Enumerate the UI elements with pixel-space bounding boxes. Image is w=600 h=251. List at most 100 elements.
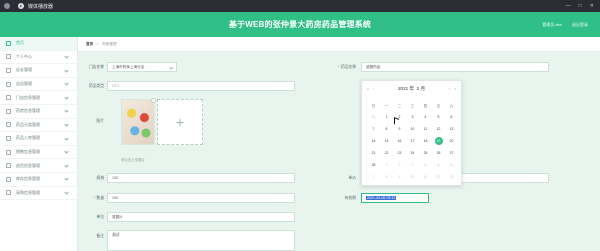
calendar-day[interactable]: 10 <box>406 123 419 135</box>
sidebar-item-label: 采购信息管理 <box>16 189 40 195</box>
calendar-day[interactable]: 12 <box>432 123 445 135</box>
window-controls: — □ ✕ <box>566 3 594 9</box>
logout-link[interactable]: 退出登录 <box>572 22 588 28</box>
calendar-day[interactable]: 23 <box>393 147 406 159</box>
calendar-day[interactable]: 7 <box>367 171 380 183</box>
sidebar-item[interactable]: 销售信息管理 <box>0 146 77 160</box>
calendar-day[interactable]: 3 <box>406 159 419 171</box>
purchase-icon <box>6 190 11 196</box>
close-icon[interactable]: ✕ <box>590 3 594 9</box>
remove-image-icon[interactable] <box>151 98 156 103</box>
sidebar-item[interactable]: 药房信息管理 <box>0 105 77 119</box>
calendar-day[interactable]: 4 <box>419 111 432 123</box>
drug-name-input[interactable]: 感冒药品 <box>361 62 549 72</box>
sidebar-item[interactable]: 个人中心 <box>0 51 77 65</box>
spec-input[interactable]: 120 <box>107 173 295 183</box>
calendar-day[interactable]: 21 <box>367 147 380 159</box>
calendar-day[interactable]: 31 <box>367 111 380 123</box>
app-menu-icon[interactable] <box>4 3 10 9</box>
calendar-day[interactable]: 20 <box>445 135 458 147</box>
sidebar-item[interactable]: 门店信息管理 <box>0 91 77 105</box>
sidebar-item[interactable]: 店员管理 <box>0 78 77 92</box>
store-icon <box>6 108 11 114</box>
calendar-day[interactable]: 5 <box>432 159 445 171</box>
sidebar-item-label: 退货信息管理 <box>16 162 40 168</box>
sidebar-item[interactable]: 店长管理 <box>0 64 77 78</box>
calendar-day[interactable]: 13 <box>445 171 458 183</box>
calendar-day[interactable]: 9 <box>393 123 406 135</box>
remark-textarea[interactable]: 测试 <box>107 230 295 251</box>
breadcrumb-home[interactable]: 首页 <box>86 42 93 47</box>
calendar-day[interactable]: 5 <box>432 111 445 123</box>
unit-value: 感冒片 <box>112 214 123 219</box>
user-icon <box>6 54 11 60</box>
list-icon <box>6 122 11 128</box>
spec-value: 120 <box>112 176 118 180</box>
app-header: 基于WEB的张仲景大药房药品管理系统 管理员 abo 退出登录 <box>0 12 600 37</box>
calendar-day[interactable]: 8 <box>380 171 393 183</box>
calendar-day[interactable]: 1 <box>380 159 393 171</box>
calendar-day[interactable]: 27 <box>445 147 458 159</box>
calendar-day[interactable]: 13 <box>445 123 458 135</box>
sidebar: 首页 个人中心 店长管理店员管理门店信息管理 药房信息管理 药品分类管理 药品入库管理 销售… <box>0 37 78 251</box>
date-value: 2021-02-05 09:13 <box>366 196 397 200</box>
calendar-day[interactable]: 15 <box>380 135 393 147</box>
calendar-day[interactable]: 28 <box>367 159 380 171</box>
sidebar-item[interactable]: 库存信息管理 <box>0 173 77 187</box>
calendar-day[interactable]: 26 <box>432 147 445 159</box>
calendar-day[interactable]: 18 <box>419 135 432 147</box>
qty-input[interactable]: 100 <box>107 193 295 203</box>
store-select[interactable]: 上海市药商上海分店 <box>107 62 177 72</box>
calendar-day[interactable]: 2 <box>393 159 406 171</box>
category-input[interactable]: OTC <box>107 81 295 91</box>
sidebar-item[interactable]: 药品入库管理 <box>0 132 77 146</box>
sidebar-item[interactable]: 退货信息管理 <box>0 159 77 173</box>
minimize-icon[interactable]: — <box>566 3 571 9</box>
calendar-day[interactable]: 11 <box>419 123 432 135</box>
calendar-day[interactable]: 10 <box>406 171 419 183</box>
sidebar-item[interactable]: 采购信息管理 <box>0 187 77 201</box>
sidebar-item[interactable]: 药品分类管理 <box>0 119 77 133</box>
header-links: 管理员 abo 退出登录 <box>542 22 588 28</box>
calendar-day[interactable]: 3 <box>406 111 419 123</box>
calendar-day[interactable]: 8 <box>380 123 393 135</box>
calendar-day[interactable]: 11 <box>419 171 432 183</box>
sidebar-item-label: 店员管理 <box>16 81 32 87</box>
calendar-day[interactable]: 7 <box>367 123 380 135</box>
upload-image-button[interactable]: + <box>157 99 203 145</box>
calendar-day[interactable]: 4 <box>419 159 432 171</box>
drug-image-thumbnail[interactable] <box>121 98 156 145</box>
remark-label: 备注 <box>96 234 104 238</box>
date-input[interactable]: 2021-02-05 09:13 <box>361 193 429 203</box>
calendar-day[interactable]: 25 <box>419 147 432 159</box>
category-label: 药品类型 <box>88 84 104 88</box>
calendar-day[interactable]: 12 <box>432 171 445 183</box>
picker-year[interactable]: 2021 年 <box>398 86 414 92</box>
calendar-day[interactable]: 17 <box>406 135 419 147</box>
category-value: OTC <box>112 84 120 88</box>
store-label: 门店名称 <box>88 65 104 69</box>
unit-input[interactable]: 感冒片 <box>107 212 295 222</box>
price-label: 单价 <box>348 176 356 180</box>
maximize-icon[interactable]: □ <box>579 3 582 9</box>
calendar-day[interactable]: 6 <box>445 111 458 123</box>
play-icon[interactable] <box>18 3 24 9</box>
calendar-day[interactable]: 14 <box>367 135 380 147</box>
calendar-day-selected[interactable]: 19 <box>434 137 443 145</box>
chevron-down-icon <box>64 163 69 168</box>
sidebar-item-label: 库存信息管理 <box>16 176 40 182</box>
calendar-day[interactable]: 22 <box>380 147 393 159</box>
breadcrumb: 首页 / 药房管理 <box>78 37 600 52</box>
calendar-day[interactable]: 6 <box>445 159 458 171</box>
image-label: 图片 <box>96 119 104 123</box>
picker-month[interactable]: 2 月 <box>417 86 425 92</box>
calendar-day[interactable]: 9 <box>393 171 406 183</box>
qty-value: 100 <box>112 196 118 200</box>
calendar-day[interactable]: 24 <box>406 147 419 159</box>
next-month-icon[interactable]: › <box>449 87 450 91</box>
calendar-day[interactable]: 16 <box>393 135 406 147</box>
sidebar-item[interactable]: 首页 <box>0 37 77 51</box>
next-year-icon[interactable]: » <box>454 87 456 91</box>
mouse-cursor-icon <box>394 117 399 126</box>
calendar-day[interactable]: 1 <box>380 111 393 123</box>
